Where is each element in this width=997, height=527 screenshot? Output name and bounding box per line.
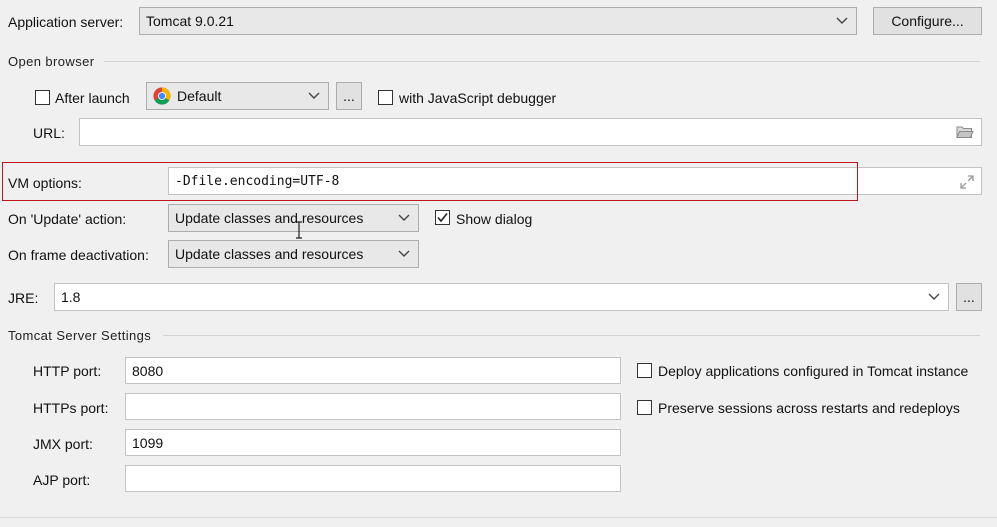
jre-browse-button[interactable]: ... [956, 283, 982, 311]
open-browser-divider [104, 61, 980, 62]
deploy-label: Deploy applications configured in Tomcat… [658, 363, 969, 379]
configure-button-label: Configure... [891, 13, 964, 29]
jre-select[interactable]: 1.8 [54, 283, 949, 311]
configure-button[interactable]: Configure... [873, 7, 982, 35]
url-label: URL: [33, 125, 65, 141]
tomcat-settings-divider [163, 335, 980, 336]
deploy-checkbox[interactable] [637, 363, 652, 378]
http-port-label: HTTP port: [33, 363, 102, 379]
https-port-input[interactable] [125, 393, 621, 420]
js-debugger-checkbox[interactable] [378, 90, 393, 105]
browser-browse-label: ... [343, 88, 355, 104]
highlight-box [2, 162, 858, 201]
chevron-down-icon [398, 214, 410, 221]
checkmark-icon [437, 213, 448, 223]
text-cursor-icon [296, 221, 302, 239]
jmx-port-label: JMX port: [33, 436, 93, 452]
update-action-value: Update classes and resources [175, 210, 364, 226]
preserve-sessions-checkbox[interactable] [637, 400, 652, 415]
browser-browse-button[interactable]: ... [336, 82, 362, 110]
update-action-select[interactable]: Update classes and resources [168, 204, 419, 232]
update-action-label: On 'Update' action: [8, 211, 127, 227]
chevron-down-icon [308, 92, 320, 99]
bottom-divider [0, 517, 997, 518]
jmx-port-value: 1099 [132, 434, 164, 451]
frame-deactivation-value: Update classes and resources [175, 246, 364, 262]
app-server-value: Tomcat 9.0.21 [146, 13, 234, 29]
browser-select[interactable]: Default [146, 82, 329, 110]
show-dialog-label: Show dialog [456, 211, 533, 227]
after-launch-checkbox[interactable] [35, 90, 50, 105]
jre-browse-label: ... [963, 289, 975, 305]
frame-deactivation-label: On frame deactivation: [8, 247, 149, 263]
frame-deactivation-select[interactable]: Update classes and resources [168, 240, 419, 268]
open-browser-title: Open browser [8, 54, 95, 69]
tomcat-settings-title: Tomcat Server Settings [8, 328, 152, 343]
chevron-down-icon [928, 293, 940, 300]
jmx-port-input[interactable]: 1099 [125, 429, 621, 456]
show-dialog-checkbox[interactable] [435, 210, 450, 225]
jre-value: 1.8 [61, 289, 81, 305]
https-port-label: HTTPs port: [33, 400, 109, 416]
preserve-sessions-label: Preserve sessions across restarts and re… [658, 400, 960, 416]
js-debugger-label: with JavaScript debugger [399, 90, 557, 106]
after-launch-label: After launch [55, 90, 130, 106]
app-server-select[interactable]: Tomcat 9.0.21 [139, 7, 857, 35]
browser-value: Default [177, 88, 222, 104]
http-port-value: 8080 [132, 362, 164, 379]
jre-label: JRE: [8, 290, 39, 306]
chevron-down-icon [398, 250, 410, 257]
ajp-port-input[interactable] [125, 465, 621, 492]
app-server-label: Application server: [8, 14, 124, 30]
folder-icon[interactable] [956, 125, 974, 139]
chrome-icon [153, 87, 171, 105]
chevron-down-icon [836, 17, 848, 24]
http-port-input[interactable]: 8080 [125, 357, 621, 384]
ajp-port-label: AJP port: [33, 472, 91, 488]
expand-icon[interactable] [960, 175, 974, 189]
url-input[interactable] [79, 118, 982, 146]
